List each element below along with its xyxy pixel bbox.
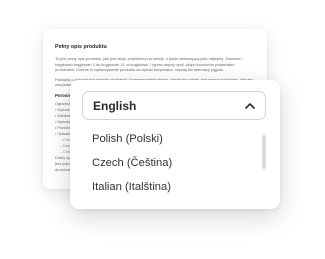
language-dropdown: English Polish (Polski) Czech (Čeština) …	[70, 80, 280, 209]
scrollbar-thumb[interactable]	[262, 135, 266, 169]
language-option[interactable]: Czech (Čeština)	[92, 151, 252, 175]
language-select[interactable]: English	[82, 91, 266, 120]
document-paragraph: To jest pełny opis produktu, jaki jest d…	[55, 56, 243, 73]
stage: Pełny opis produktu To jest pełny opis p…	[0, 0, 325, 259]
language-option[interactable]: Italian (Italština)	[92, 175, 252, 199]
language-options-list: Polish (Polski) Czech (Čeština) Italian …	[92, 127, 252, 199]
chevron-up-icon[interactable]	[243, 99, 257, 113]
language-option[interactable]: Polish (Polski)	[92, 127, 252, 151]
selected-language: English	[93, 99, 137, 113]
document-title: Pełny opis produktu	[55, 44, 107, 50]
